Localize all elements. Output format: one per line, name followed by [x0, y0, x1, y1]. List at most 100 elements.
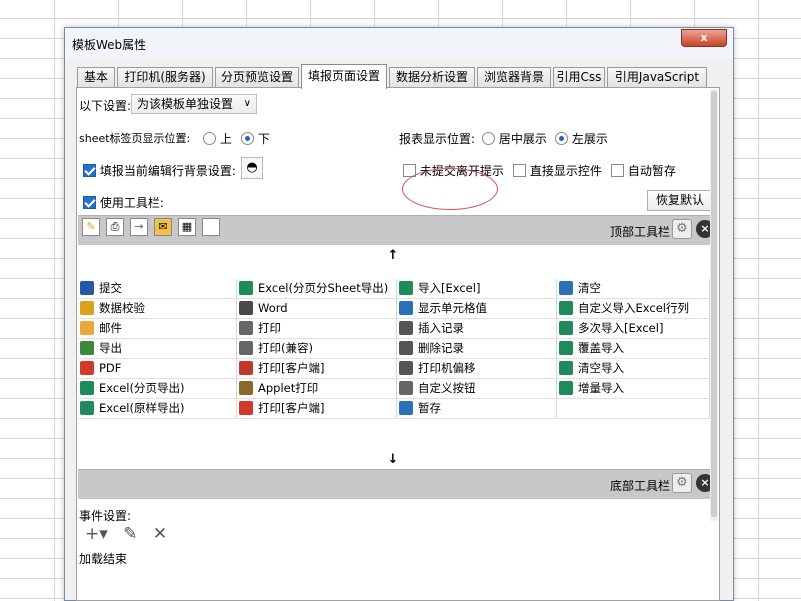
direct-show-checkbox[interactable] [513, 164, 526, 177]
close-button[interactable]: x [681, 29, 727, 47]
insert-icon[interactable]: ▦ [178, 218, 196, 236]
mail-icon[interactable]: ✉ [154, 218, 172, 236]
toolbar-item-icon [80, 381, 94, 395]
tab-printer-server[interactable]: 打印机(服务器) [117, 67, 213, 88]
toolbar-item-cell[interactable]: 打印[客户端] [237, 399, 397, 419]
tab-fill-page-settings[interactable]: 填报页面设置 [301, 64, 387, 89]
toolbar-item-cell[interactable]: 邮件 [78, 319, 237, 339]
toolbar-item-cell[interactable]: 删除记录 [397, 339, 557, 359]
edit-icon[interactable]: ✎ [82, 218, 100, 236]
bottom-toolbar-bar[interactable]: 底部工具栏 ⚙ × [78, 469, 714, 499]
toolbar-item-cell[interactable]: Applet打印 [237, 379, 397, 399]
toolbar-item-cell[interactable]: 覆盖导入 [557, 339, 710, 359]
edit-icon[interactable]: ✎ [123, 524, 137, 544]
scrollbar-thumb[interactable] [711, 91, 717, 517]
toolbar-item-cell[interactable]: 插入记录 [397, 319, 557, 339]
scope-select[interactable]: 为该模板单独设置 ∨ [131, 94, 257, 114]
toolbar-item-icon [559, 381, 573, 395]
gear-icon[interactable]: ⚙ [672, 219, 692, 239]
toolbar-item-cell[interactable]: Excel(原样导出) [78, 399, 237, 419]
export-icon[interactable]: → [130, 218, 148, 236]
paint-bucket-icon[interactable]: ◓ [241, 157, 263, 179]
toolbar-item-cell[interactable]: 打印[客户端] [237, 359, 397, 379]
gear-icon[interactable]: ⚙ [672, 473, 692, 493]
toolbar-item-label: Excel(分页分Sheet导出) [258, 281, 389, 295]
toolbar-item-icon [239, 341, 253, 355]
toolbar-item-cell[interactable]: 多次导入[Excel] [557, 319, 710, 339]
report-pos-left[interactable]: 左展示 [555, 130, 608, 147]
toolbar-item-cell[interactable]: 自定义导入Excel行列 [557, 299, 710, 319]
toolbar-item-cell[interactable]: 显示单元格值 [397, 299, 557, 319]
tab-javascript[interactable]: 引用JavaScript [607, 67, 707, 88]
add-icon[interactable]: +▾ [85, 524, 108, 544]
scope-select-value: 为该模板单独设置 [137, 97, 234, 111]
toolbar-item-icon [239, 321, 253, 335]
settings-panel: 以下设置: 为该模板单独设置 ∨ sheet标签页显示位置: 上 下 报表显示位… [76, 87, 720, 601]
delete-icon[interactable]: ✕ [153, 524, 167, 544]
toolbar-item-icon [399, 381, 413, 395]
tab-page-preview[interactable]: 分页预览设置 [215, 67, 299, 88]
radio-bottom[interactable] [241, 132, 254, 145]
radio-center[interactable] [482, 132, 495, 145]
autosave-setting[interactable]: 自动暂存 [611, 162, 676, 179]
toolbar-item-icon [239, 301, 253, 315]
toolbar-item-icon [80, 341, 94, 355]
toolbar-item-label: 显示单元格值 [418, 301, 487, 315]
toolbar-item-icon [399, 301, 413, 315]
toolbar-item-cell[interactable]: 导出 [78, 339, 237, 359]
autosave-checkbox[interactable] [611, 164, 624, 177]
events-label: 事件设置: [79, 509, 132, 523]
toolbar-item-cell[interactable]: 数据校验 [78, 299, 237, 319]
arrow-up-icon[interactable]: ↑ [77, 248, 709, 263]
toolbar-item-label: 邮件 [99, 321, 122, 335]
toolbar-item-cell[interactable]: 导入[Excel] [397, 279, 557, 299]
bg-setting[interactable]: 填报当前编辑行背景设置: [83, 162, 236, 179]
toolbar-item-cell [557, 399, 710, 419]
arrow-down-icon[interactable]: ↓ [77, 452, 709, 467]
toolbar-item-icon [399, 281, 413, 295]
blank-icon[interactable] [202, 218, 220, 236]
sheet-pos-bottom[interactable]: 下 [241, 130, 270, 147]
restore-default-button[interactable]: 恢复默认 [647, 190, 713, 211]
tab-browser-background[interactable]: 浏览器背景 [477, 67, 551, 88]
toolbar-item-icon [399, 341, 413, 355]
tab-data-analysis[interactable]: 数据分析设置 [389, 67, 475, 88]
toolbar-item-cell[interactable]: 打印机偏移 [397, 359, 557, 379]
sheet-pos-top[interactable]: 上 [203, 130, 232, 147]
toolbar-item-icon [80, 361, 94, 375]
tab-basic[interactable]: 基本 [77, 67, 115, 88]
top-toolbar-bar[interactable]: ✎ ⎙ → ✉ ▦ 顶部工具栏 ⚙ × [78, 215, 714, 245]
toolbar-item-cell[interactable]: 清空导入 [557, 359, 710, 379]
tab-css[interactable]: 引用Css [553, 67, 605, 88]
sheet-pos-label: sheet标签页显示位置: [79, 132, 191, 145]
report-pos-center[interactable]: 居中展示 [482, 130, 547, 147]
toolbar-item-label: PDF [99, 361, 122, 375]
toolbar-item-cell[interactable]: Word [237, 299, 397, 319]
toolbar-item-cell[interactable]: 打印 [237, 319, 397, 339]
toolbar-item-cell[interactable]: 清空 [557, 279, 710, 299]
radio-top[interactable] [203, 132, 216, 145]
toolbar-item-cell[interactable]: 增量导入 [557, 379, 710, 399]
direct-show-setting[interactable]: 直接显示控件 [513, 162, 602, 179]
toolbar-item-label: 自定义导入Excel行列 [578, 301, 689, 315]
use-toolbar-checkbox[interactable] [83, 196, 96, 209]
toolbar-item-icon [239, 281, 253, 295]
toolbar-item-cell[interactable]: Excel(分页导出) [78, 379, 237, 399]
toolbar-item-cell[interactable]: Excel(分页分Sheet导出) [237, 279, 397, 299]
toolbar-item-icon [239, 361, 253, 375]
chevron-down-icon: ∨ [243, 98, 251, 109]
toolbar-item-cell[interactable]: 暂存 [397, 399, 557, 419]
use-toolbar-setting[interactable]: 使用工具栏: [83, 194, 164, 211]
annotation-circle [402, 168, 498, 210]
print-icon[interactable]: ⎙ [106, 218, 124, 236]
toolbar-item-cell[interactable]: 提交 [78, 279, 237, 299]
radio-left[interactable] [555, 132, 568, 145]
toolbar-item-cell[interactable]: PDF [78, 359, 237, 379]
bg-checkbox[interactable] [83, 164, 96, 177]
events-status: 加载结束 [79, 552, 128, 566]
toolbar-item-cell[interactable]: 自定义按钮 [397, 379, 557, 399]
toolbar-item-cell[interactable]: 打印(兼容) [237, 339, 397, 359]
report-pos-label: 报表显示位置: [399, 132, 476, 146]
toolbar-item-icon [80, 301, 94, 315]
vertical-scrollbar[interactable] [710, 89, 718, 521]
